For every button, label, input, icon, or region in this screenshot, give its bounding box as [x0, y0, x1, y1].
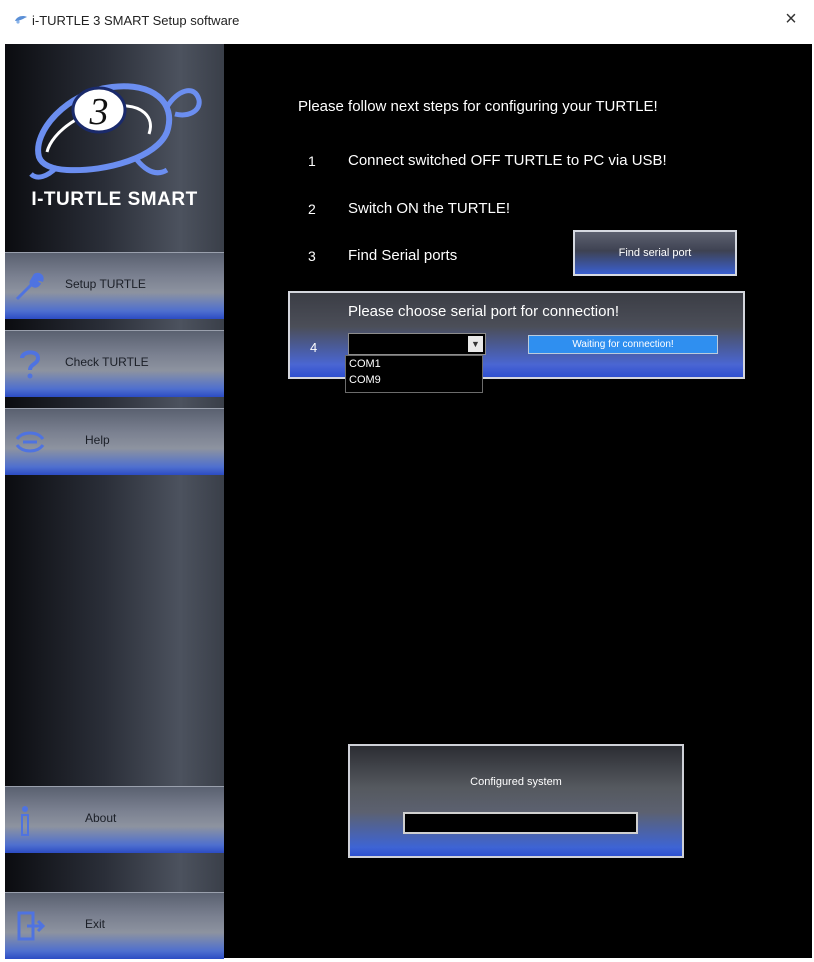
- title-bar: i-TURTLE 3 SMART Setup software ×: [0, 0, 814, 44]
- sidebar-item-label: Check TURTLE: [65, 355, 149, 369]
- info-icon: [21, 806, 29, 836]
- intro-text: Please follow next steps for configuring…: [298, 98, 658, 115]
- step-number: 1: [308, 153, 316, 169]
- step-text: Connect switched OFF TURTLE to PC via US…: [348, 152, 667, 169]
- sidebar-item-check-turtle[interactable]: Check TURTLE: [5, 330, 224, 397]
- brand-name: I-TURTLE SMART: [31, 189, 198, 210]
- sidebar-item-setup-turtle[interactable]: Setup TURTLE: [5, 252, 224, 319]
- dropdown-option-com9[interactable]: COM9: [346, 372, 482, 388]
- sidebar: 3 I-TURTLE SMART Setup TURTLE Check TURT…: [5, 44, 224, 959]
- sidebar-item-label: Setup TURTLE: [65, 277, 146, 291]
- sidebar-item-help[interactable]: Help: [5, 408, 224, 475]
- configured-system-value: [405, 818, 408, 830]
- configured-system-panel: Configured system: [348, 744, 684, 858]
- window-title: i-TURTLE 3 SMART Setup software: [32, 13, 240, 28]
- step-number: 2: [308, 201, 316, 217]
- chevron-down-icon[interactable]: ▼: [468, 336, 483, 352]
- logo: 3 I-TURTLE SMART: [5, 44, 224, 244]
- dropdown-option-com1[interactable]: COM1: [346, 356, 482, 372]
- connection-status: Waiting for connection!: [528, 335, 718, 354]
- serial-port-selected-value: [349, 338, 352, 350]
- question-icon: [20, 350, 41, 379]
- help-icon: [15, 431, 45, 453]
- app-window: 3 I-TURTLE SMART Setup TURTLE Check TURT…: [5, 44, 812, 959]
- sidebar-item-label: About: [85, 811, 117, 825]
- step-text: Find Serial ports: [348, 247, 458, 264]
- sidebar-item-exit[interactable]: Exit: [5, 892, 224, 959]
- app-icon: [15, 16, 27, 24]
- sidebar-item-about[interactable]: About: [5, 786, 224, 853]
- find-serial-port-button[interactable]: Find serial port: [573, 230, 737, 276]
- logo-number: 3: [89, 91, 109, 133]
- sidebar-item-label: Help: [85, 433, 110, 447]
- sidebar-item-label: Exit: [85, 917, 106, 931]
- serial-port-dropdown: COM1 COM9: [345, 355, 483, 393]
- turtle-logo-icon: 3: [29, 83, 202, 180]
- configured-system-field: [403, 812, 638, 834]
- wrench-icon: [15, 272, 44, 301]
- close-button[interactable]: ×: [780, 8, 802, 30]
- configured-system-label: Configured system: [470, 776, 562, 788]
- exit-door-icon: [17, 911, 46, 941]
- serial-port-select[interactable]: ▼: [348, 333, 486, 355]
- step-text: Switch ON the TURTLE!: [348, 200, 510, 217]
- step-number: 3: [308, 248, 316, 264]
- step-number: 4: [310, 340, 318, 355]
- main-content: Please follow next steps for configuring…: [224, 44, 812, 958]
- choose-port-title: Please choose serial port for connection…: [348, 303, 619, 320]
